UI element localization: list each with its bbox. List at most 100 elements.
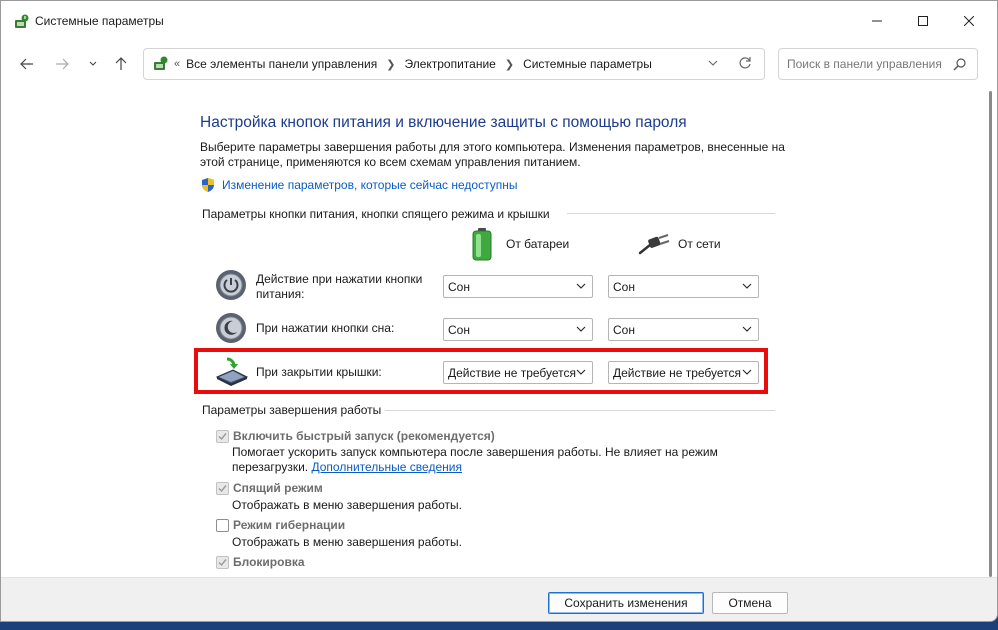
breadcrumb-power-options[interactable]: Электропитание <box>404 57 495 71</box>
checkbox-box[interactable] <box>216 429 229 443</box>
chevron-down-icon <box>576 369 586 375</box>
ac-column-label: От сети <box>678 237 721 251</box>
arrow-left-icon <box>20 58 33 70</box>
address-bar[interactable]: « Все элементы панели управления ❯ Элект… <box>143 48 765 80</box>
power-button-battery-select[interactable]: Сон <box>443 275 593 298</box>
search-icon <box>953 58 966 71</box>
battery-icon <box>472 228 492 261</box>
recent-locations-button[interactable] <box>82 53 104 75</box>
checkmark-icon <box>218 484 227 492</box>
sleep-checkbox[interactable]: Спящий режим <box>216 481 323 495</box>
page-description: Выберите параметры завершения работы для… <box>200 140 785 169</box>
ac-column-header: От сети <box>638 233 721 255</box>
checkbox-box[interactable] <box>216 481 229 495</box>
breadcrumb-system-settings[interactable]: Системные параметры <box>523 57 652 71</box>
checkmark-icon <box>218 558 227 566</box>
uac-shield-icon <box>202 178 214 192</box>
chevron-down-icon <box>576 326 586 332</box>
power-plug-icon <box>638 234 670 255</box>
maximize-button[interactable] <box>900 1 946 41</box>
sleep-label: Спящий режим <box>233 481 323 495</box>
shutdown-section-title: Параметры завершения работы <box>202 403 382 417</box>
sleep-button-ac-select[interactable]: Сон <box>608 318 759 341</box>
breadcrumb-chevron-icon: ❯ <box>504 58 515 71</box>
window-title: Системные параметры <box>35 14 164 28</box>
refresh-icon <box>739 57 751 69</box>
scrollbar-thumb[interactable] <box>989 91 992 577</box>
close-button[interactable] <box>946 1 992 41</box>
hibernate-description: Отображать в меню завершения работы. <box>232 535 463 549</box>
chevron-down-icon <box>576 283 586 289</box>
fast-startup-desc-line2: перезагрузки. <box>232 460 309 474</box>
lid-close-action-label: При закрытии крышки: <box>256 365 382 379</box>
battery-column-label: От батареи <box>506 237 570 251</box>
lock-checkbox[interactable]: Блокировка <box>216 555 305 569</box>
breadcrumb-chevron-icon: ❯ <box>386 58 396 71</box>
power-button-ac-select[interactable]: Сон <box>608 275 759 298</box>
change-unavailable-settings-link[interactable]: Изменение параметров, которые сейчас нед… <box>222 178 518 192</box>
arrow-right-icon <box>56 58 69 70</box>
power-button-action-label: Действие при нажатии кнопки питания: <box>256 272 423 301</box>
checkbox-box[interactable] <box>216 518 229 532</box>
power-button-icon <box>216 270 246 300</box>
chevron-down-icon <box>742 369 752 375</box>
arrow-up-icon <box>115 57 127 70</box>
cancel-button[interactable]: Отмена <box>712 592 788 614</box>
select-value: Действие не требуется <box>613 365 742 380</box>
minimize-button[interactable] <box>854 1 900 41</box>
search-input[interactable]: Поиск в панели управления <box>778 48 978 80</box>
search-placeholder: Поиск в панели управления <box>787 57 942 71</box>
chevron-down-icon <box>89 61 97 66</box>
title-bar: Системные параметры <box>1 1 997 43</box>
fast-startup-desc-line1: Помогает ускорить запуск компьютера посл… <box>232 445 718 459</box>
select-value: Сон <box>613 322 635 337</box>
back-button[interactable] <box>16 53 38 75</box>
select-value: Действие не требуется <box>448 365 577 380</box>
section-divider <box>385 410 775 411</box>
breadcrumb-overflow[interactable]: « <box>174 58 180 70</box>
chevron-down-icon <box>742 283 752 289</box>
sleep-button-action-label: При нажатии кнопки сна: <box>256 321 395 335</box>
fast-startup-label: Включить быстрый запуск (рекомендуется) <box>233 429 495 443</box>
fast-startup-checkbox[interactable]: Включить быстрый запуск (рекомендуется) <box>216 429 495 443</box>
change-unavailable-settings[interactable]: Изменение параметров, которые сейчас нед… <box>200 177 518 193</box>
laptop-lid-icon <box>215 357 249 386</box>
navigation-bar: « Все элементы панели управления ❯ Элект… <box>1 43 997 85</box>
select-value: Сон <box>613 279 635 294</box>
page-title: Настройка кнопок питания и включение защ… <box>200 114 687 131</box>
up-button[interactable] <box>110 53 132 75</box>
chevron-down-icon <box>742 326 752 332</box>
power-buttons-section-title: Параметры кнопки питания, кнопки спящего… <box>202 207 550 221</box>
power-options-icon <box>15 14 29 28</box>
sleep-description: Отображать в меню завершения работы. <box>232 498 463 512</box>
hibernate-checkbox[interactable]: Режим гибернации <box>216 518 345 532</box>
sleep-button-icon <box>216 313 246 343</box>
checkbox-box[interactable] <box>216 555 229 569</box>
select-value: Сон <box>448 279 470 294</box>
vertical-scrollbar[interactable] <box>989 89 993 577</box>
address-dropdown-button[interactable] <box>708 57 718 71</box>
breadcrumb-control-panel[interactable]: Все элементы панели управления <box>186 57 377 71</box>
more-info-link[interactable]: Дополнительные сведения <box>311 460 461 474</box>
chevron-down-icon <box>708 60 718 66</box>
fast-startup-desc-line2-wrap: перезагрузки. Дополнительные сведения <box>232 460 718 475</box>
close-icon <box>964 16 974 26</box>
lid-close-battery-select[interactable]: Действие не требуется <box>443 361 593 384</box>
save-changes-button[interactable]: Сохранить изменения <box>548 592 704 614</box>
hibernate-label: Режим гибернации <box>233 518 346 532</box>
minimize-icon <box>872 20 882 22</box>
power-options-icon <box>154 56 168 70</box>
main-content: Настройка кнопок питания и включение защ… <box>1 85 987 575</box>
sleep-button-battery-select[interactable]: Сон <box>443 318 593 341</box>
checkmark-icon <box>218 432 227 440</box>
forward-button[interactable] <box>51 53 73 75</box>
lock-label: Блокировка <box>233 555 305 569</box>
section-divider <box>567 213 775 214</box>
dialog-footer: Сохранить изменения Отмена <box>1 577 997 621</box>
battery-column-header: От батареи <box>469 227 569 261</box>
maximize-icon <box>918 16 928 26</box>
lid-close-ac-select[interactable]: Действие не требуется <box>608 361 759 384</box>
system-settings-window: Системные параметры « Все элементы панел… <box>0 0 998 622</box>
refresh-button[interactable] <box>738 56 752 73</box>
select-value: Сон <box>448 322 470 337</box>
